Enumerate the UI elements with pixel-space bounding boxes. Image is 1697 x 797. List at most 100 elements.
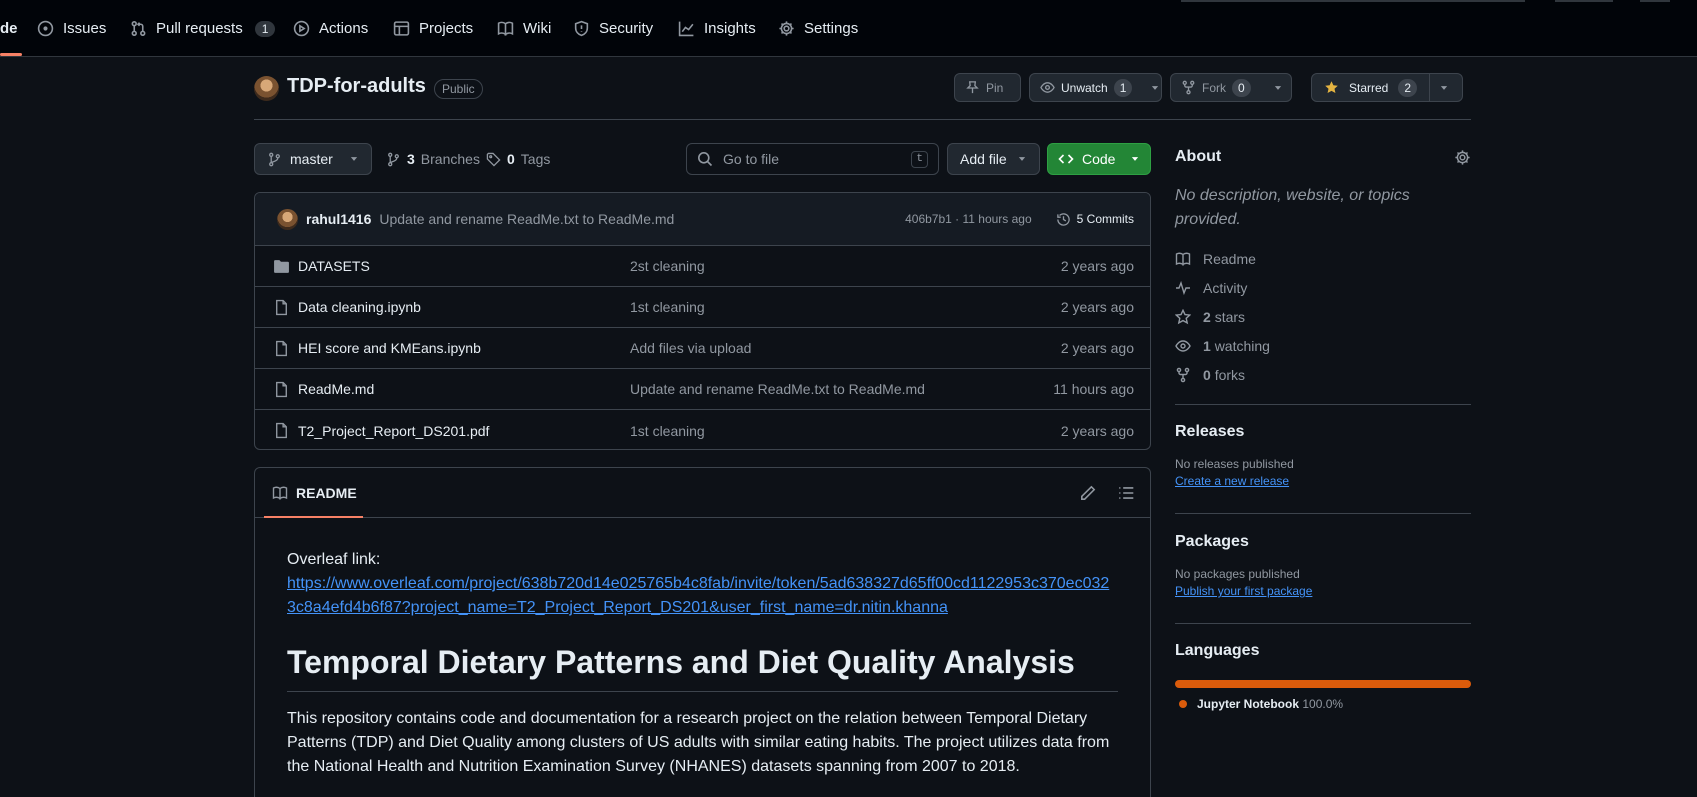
tab-insights[interactable]: Insights [678,0,756,57]
commits-count-label: 5 Commits [1076,212,1134,226]
about-title: About [1175,148,1222,165]
tab-code-label: de [0,20,18,37]
forks-count: 0 [1203,366,1211,383]
file-row[interactable]: ReadMe.md Update and rename ReadMe.txt t… [255,369,1150,410]
go-to-file-input[interactable]: Go to file t [686,143,939,175]
pin-button[interactable]: Pin [954,73,1021,102]
file-name[interactable]: ReadMe.md [298,381,374,397]
branch-name: master [290,151,333,167]
file-name[interactable]: DATASETS [298,258,370,274]
list-unordered-icon[interactable] [1117,484,1135,502]
readme-link[interactable]: Readme [1175,244,1471,273]
stars-link[interactable]: 2 stars [1175,302,1471,331]
overleaf-url-line1: https://www.overleaf.com/project/638b720… [287,575,1110,592]
branch-select[interactable]: master [254,143,372,175]
fork-button[interactable]: Fork 0 [1171,74,1261,101]
fork-icon [1182,80,1195,95]
top-search-edge [1181,0,1525,2]
file-name[interactable]: T2_Project_Report_DS201.pdf [298,423,489,439]
file-name[interactable]: Data cleaning.ipynb [298,299,421,315]
create-release-link[interactable]: Create a new release [1175,474,1289,488]
tab-projects-label: Projects [419,20,474,37]
releases-title[interactable]: Releases [1175,423,1471,441]
file-commit-message[interactable]: 2st cleaning [630,258,705,274]
starred-button[interactable]: Starred 2 [1312,74,1429,101]
commit-message[interactable]: Update and rename ReadMe.txt to ReadMe.m… [379,211,674,227]
file-commit-message[interactable]: Add files via upload [630,340,751,356]
tab-actions-label: Actions [319,20,369,37]
tab-insights-label: Insights [704,20,756,37]
file-row[interactable]: Data cleaning.ipynb 1st cleaning 2 years… [255,287,1150,328]
pin-icon [966,81,979,94]
code-label: Code [1082,151,1116,167]
releases-section: Releases No releases published Create a … [1175,423,1471,488]
language-name: Jupyter Notebook [1197,697,1300,711]
activity-link[interactable]: Activity [1175,273,1471,302]
fork-icon [1176,367,1190,382]
readme-body: Overleaf link: https://www.overleaf.com/… [255,548,1150,779]
language-color-dot [1179,700,1187,708]
packages-title[interactable]: Packages [1175,533,1471,551]
branches-link[interactable]: 3 Branches [386,143,480,175]
file-commit-message[interactable]: 1st cleaning [630,423,705,439]
watch-dropdown[interactable] [1142,74,1168,101]
repo-name[interactable]: TDP-for-adults [287,75,426,98]
tab-settings-label: Settings [804,20,859,37]
watching-link[interactable]: 1 watching [1175,331,1471,360]
file-commit-message[interactable]: Update and rename ReadMe.txt to ReadMe.m… [630,381,925,397]
triangle-down-icon [1274,85,1281,90]
tag-icon [486,152,501,167]
fork-dropdown[interactable] [1261,74,1295,101]
readme-tab[interactable]: README [264,468,365,518]
gear-icon[interactable] [1454,149,1471,166]
file-row[interactable]: HEI score and KMEans.ipynb Add files via… [255,328,1150,369]
code-button[interactable]: Code [1047,143,1151,175]
file-icon [276,340,287,357]
tab-security[interactable]: Security [573,0,653,57]
overleaf-label: Overleaf link: [287,551,381,568]
tags-link[interactable]: 0 Tags [486,143,550,175]
tab-settings[interactable]: Settings [778,0,858,57]
readme-panel: README Overleaf link: https://www.overle… [254,467,1151,797]
tab-actions[interactable]: Actions [293,0,368,57]
pull-requests-count: 1 [254,20,276,37]
commit-author-avatar[interactable] [277,208,298,230]
language-item[interactable]: Jupyter Notebook 100.0% [1179,697,1343,711]
unwatch-button[interactable]: Unwatch 1 [1030,74,1142,101]
pencil-icon[interactable] [1079,484,1097,502]
commit-author[interactable]: rahul1416 [306,211,371,227]
eye-icon [1040,82,1055,93]
tab-pull-requests[interactable]: Pull requests 1 [130,0,276,57]
tab-wiki[interactable]: Wiki [497,0,551,57]
add-file-button[interactable]: Add file [947,143,1040,175]
tags-count: 0 [507,151,515,167]
commits-link[interactable]: 5 Commits [1056,212,1134,227]
overleaf-url-line2: 3c8a4efd4b6f87?project_name=T2_Project_R… [287,599,948,616]
owner-avatar[interactable] [254,76,279,101]
language-percent: 100.0% [1302,697,1344,711]
forks-link[interactable]: 0 forks [1175,360,1471,389]
watch-button-group: Unwatch 1 [1029,73,1162,102]
watching-label: watching [1214,337,1270,354]
issue-icon [37,20,54,37]
readme-heading: Temporal Dietary Patterns and Diet Quali… [287,642,1118,692]
commit-meta[interactable]: 406b7b1 · 11 hours ago [905,212,1032,226]
file-row[interactable]: DATASETS 2st cleaning 2 years ago [255,246,1150,287]
publish-package-link[interactable]: Publish your first package [1175,584,1312,598]
file-age: 2 years ago [1060,422,1134,439]
file-icon [276,381,287,398]
file-row[interactable]: T2_Project_Report_DS201.pdf 1st cleaning… [255,410,1150,449]
tab-code[interactable]: de [0,0,18,57]
tab-projects[interactable]: Projects [393,0,473,57]
star-icon [1175,308,1191,324]
star-dropdown[interactable] [1430,74,1458,101]
triangle-down-icon [1131,157,1139,161]
tab-issues[interactable]: Issues [37,0,106,57]
shield-icon [574,20,589,37]
file-commit-message[interactable]: 1st cleaning [630,299,705,315]
readme-paragraph: This repository contains code and docume… [287,710,1110,775]
file-name[interactable]: HEI score and KMEans.ipynb [298,340,481,356]
file-age: 2 years ago [1060,299,1134,315]
overleaf-link[interactable]: https://www.overleaf.com/project/638b720… [287,575,1109,616]
go-to-file-placeholder: Go to file [723,151,780,167]
